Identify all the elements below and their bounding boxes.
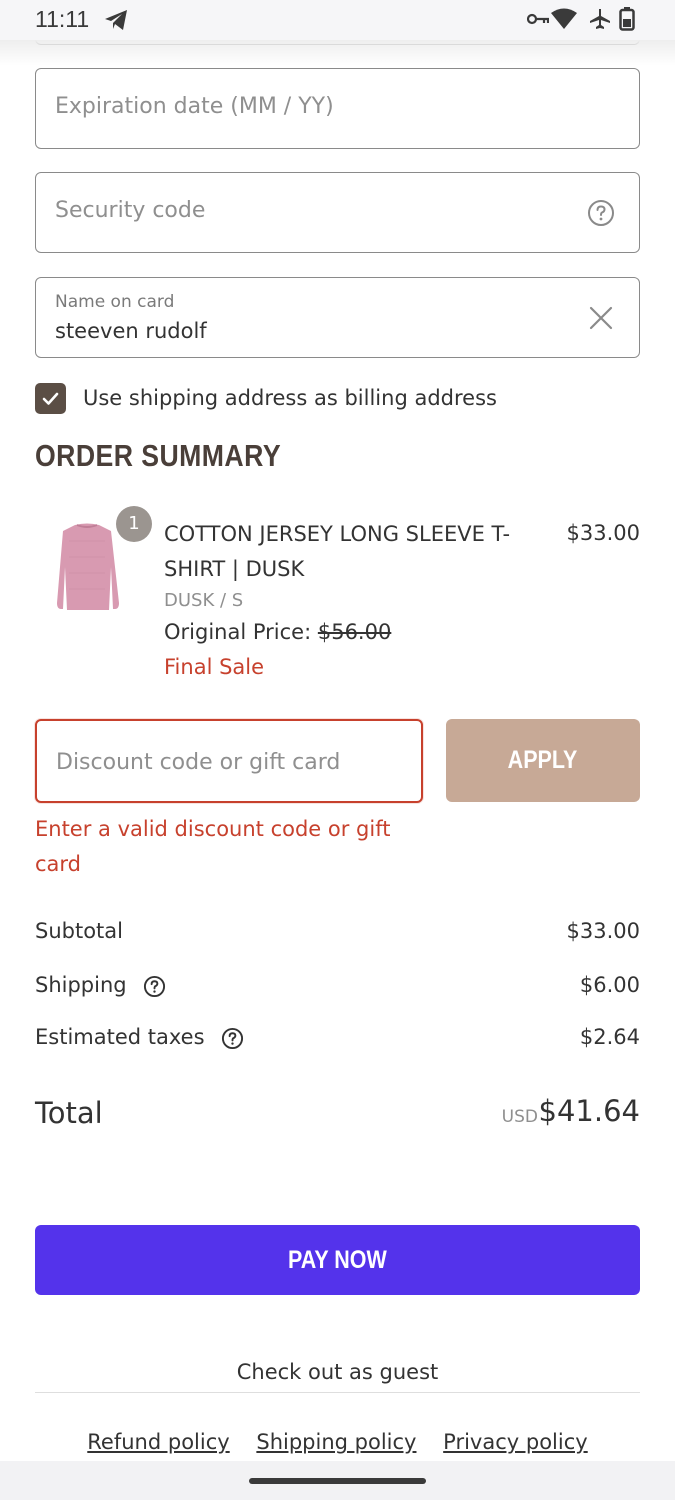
apply-button-label: APPLY — [508, 746, 578, 774]
final-sale-label: Final Sale — [164, 655, 265, 679]
original-price-row: Original Price: $56.00 — [164, 620, 391, 644]
expiration-date-field[interactable]: Expiration date (MM / YY) — [35, 68, 640, 149]
shipping-value: $6.00 — [579, 973, 640, 997]
taxes-label: Estimated taxes — [35, 1025, 205, 1049]
home-gesture-handle[interactable] — [249, 1478, 426, 1484]
vpn-key-icon — [527, 13, 549, 25]
taxes-row: Estimated taxes $2.64 — [35, 1022, 640, 1054]
billing-checkbox[interactable] — [35, 383, 66, 414]
order-item: 1 COTTON JERSEY LONG SLEEVE T-SHIRT | DU… — [35, 505, 640, 690]
total-currency: USD — [501, 1107, 538, 1127]
help-circle-icon[interactable] — [221, 1027, 244, 1050]
total-label: Total — [35, 1096, 103, 1130]
total-value: $41.64 — [538, 1094, 640, 1128]
telegram-icon — [105, 10, 127, 30]
product-name: COTTON JERSEY LONG SLEEVE T-SHIRT | DUSK — [164, 522, 511, 581]
pay-now-label: PAY NOW — [288, 1246, 387, 1274]
shipping-row: Shipping $6.00 — [35, 970, 640, 1002]
subtotal-row: Subtotal $33.00 — [35, 916, 640, 948]
pay-now-button[interactable]: PAY NOW — [35, 1225, 640, 1295]
clear-icon[interactable] — [587, 304, 615, 332]
order-summary-title: ORDER SUMMARY — [35, 438, 282, 473]
name-on-card-value: steeven rudolf — [55, 319, 207, 343]
status-time: 11:11 — [35, 6, 90, 32]
apply-button[interactable]: APPLY — [446, 719, 640, 802]
footer-divider — [35, 1392, 640, 1393]
battery-icon — [619, 7, 635, 31]
expiration-placeholder: Expiration date (MM / YY) — [55, 94, 334, 119]
scroll-shadow — [0, 40, 675, 66]
security-code-placeholder: Security code — [55, 198, 206, 223]
taxes-label-wrap: Estimated taxes — [35, 1025, 244, 1050]
discount-error-message: Enter a valid discount code or gift card — [35, 817, 391, 876]
original-price-value: $56.00 — [317, 620, 392, 644]
wifi-icon — [551, 8, 577, 29]
taxes-value: $2.64 — [579, 1025, 640, 1049]
shipping-policy-link[interactable]: Shipping policy — [256, 1430, 416, 1454]
privacy-policy-link[interactable]: Privacy policy — [443, 1430, 588, 1454]
shipping-label: Shipping — [35, 973, 127, 997]
checkmark-icon — [42, 392, 59, 405]
billing-checkbox-label: Use shipping address as billing address — [83, 386, 497, 410]
subtotal-value: $33.00 — [566, 919, 640, 943]
product-price: $33.00 — [566, 521, 640, 545]
help-circle-icon[interactable] — [143, 975, 166, 998]
help-circle-icon[interactable] — [587, 199, 615, 227]
guest-checkout-link[interactable]: Check out as guest — [0, 1360, 675, 1384]
billing-address-checkbox-row[interactable]: Use shipping address as billing address — [35, 383, 640, 414]
status-bar: 11:11 — [0, 0, 675, 40]
product-variant: DUSK / S — [164, 590, 244, 611]
shipping-label-wrap: Shipping — [35, 973, 166, 998]
name-on-card-field[interactable]: Name on card steeven rudolf — [35, 277, 640, 358]
discount-placeholder: Discount code or gift card — [56, 750, 341, 775]
name-on-card-label: Name on card — [55, 292, 175, 312]
system-nav-bar — [0, 1461, 675, 1500]
security-code-field[interactable]: Security code — [35, 172, 640, 253]
refund-policy-link[interactable]: Refund policy — [87, 1430, 229, 1454]
discount-code-input[interactable]: Discount code or gift card — [35, 719, 423, 803]
quantity-badge: 1 — [116, 506, 152, 542]
policy-links: Refund policy Shipping policy Privacy po… — [0, 1430, 675, 1454]
subtotal-label: Subtotal — [35, 919, 123, 943]
airplane-icon — [590, 9, 610, 29]
original-price-label: Original Price: — [164, 620, 312, 644]
